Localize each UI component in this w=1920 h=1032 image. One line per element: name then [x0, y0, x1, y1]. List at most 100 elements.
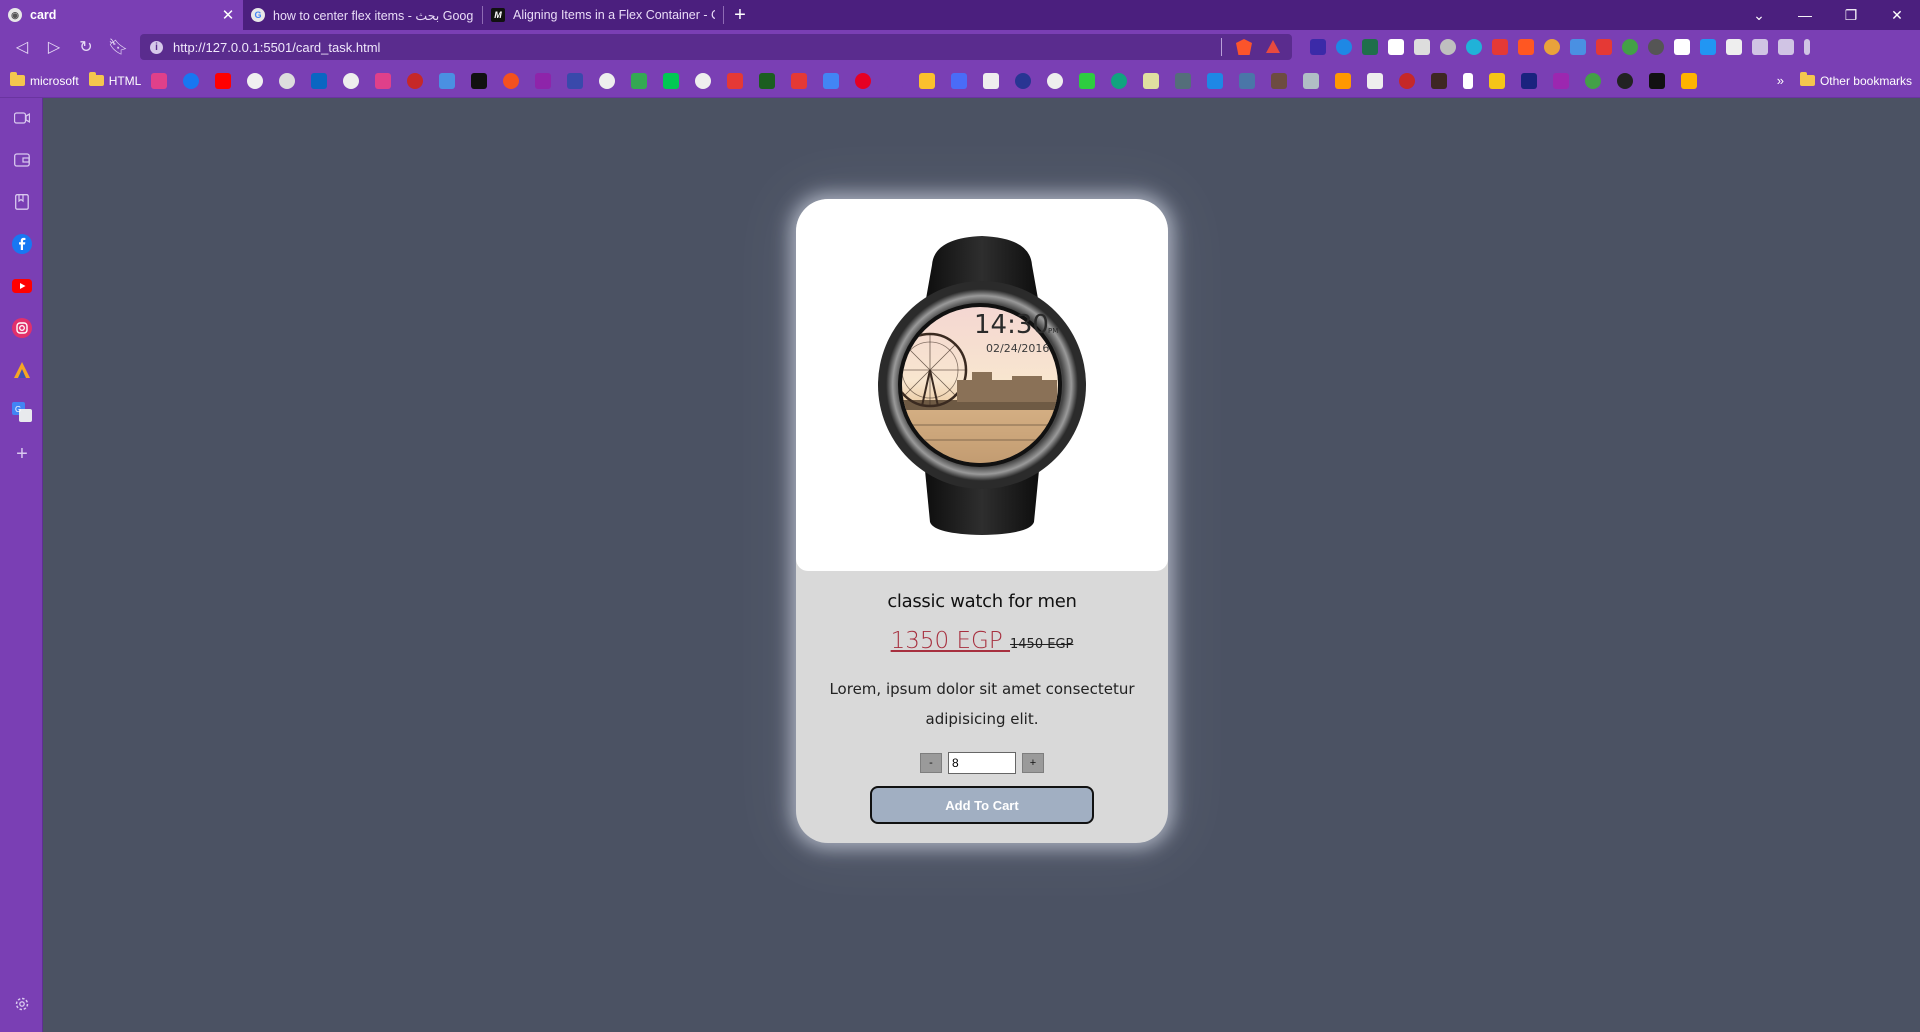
- github-icon[interactable]: [247, 72, 264, 89]
- extension-icon[interactable]: [1466, 39, 1482, 55]
- bookmark-icon[interactable]: [1079, 72, 1096, 89]
- globe-icon[interactable]: [1047, 72, 1064, 89]
- quantity-input[interactable]: [948, 752, 1016, 774]
- new-tab-button[interactable]: +: [724, 0, 756, 30]
- bookmark-icon[interactable]: [1649, 72, 1666, 89]
- bookmark-icon[interactable]: [951, 72, 968, 89]
- bookmark-icon[interactable]: [1553, 72, 1570, 89]
- bookmark-icon[interactable]: [1681, 72, 1698, 89]
- bookmark-icon[interactable]: [1303, 72, 1320, 89]
- increment-button[interactable]: +: [1022, 753, 1044, 773]
- extension-icon[interactable]: [1388, 39, 1404, 55]
- bookmark-icon[interactable]: [1399, 72, 1416, 89]
- globe-icon[interactable]: [343, 72, 360, 89]
- translate-icon[interactable]: [439, 72, 456, 89]
- bookmark-icon[interactable]: [471, 72, 488, 89]
- bookmark-icon[interactable]: [1111, 72, 1128, 89]
- pinterest-icon[interactable]: [855, 72, 872, 89]
- extension-icon[interactable]: [1336, 39, 1352, 55]
- decrement-button[interactable]: -: [920, 753, 942, 773]
- globe-icon[interactable]: [599, 72, 616, 89]
- bookmark-icon[interactable]: [1431, 72, 1448, 89]
- bookmark-icon[interactable]: [919, 72, 936, 89]
- drive-icon[interactable]: [631, 72, 648, 89]
- bookmark-folder-html[interactable]: HTML: [88, 72, 141, 88]
- bookmark-icon[interactable]: [727, 72, 744, 89]
- bookmark-icon[interactable]: [791, 72, 808, 89]
- url-text[interactable]: http://127.0.0.1:5501/card_task.html: [173, 40, 380, 55]
- bookmark-icon[interactable]: [1367, 72, 1384, 89]
- bookmark-icon[interactable]: [1175, 72, 1192, 89]
- extension-icon[interactable]: [1700, 39, 1716, 55]
- youtube-icon[interactable]: [215, 72, 232, 89]
- extension-icon[interactable]: [1492, 39, 1508, 55]
- brave-shields-icon[interactable]: [1236, 39, 1252, 55]
- reload-icon[interactable]: ↻: [72, 33, 100, 61]
- extension-icon[interactable]: [1544, 39, 1560, 55]
- video-icon[interactable]: [12, 108, 32, 128]
- other-bookmarks[interactable]: Other bookmarks: [1799, 72, 1912, 88]
- wallet-icon[interactable]: [1778, 39, 1794, 55]
- brave-rewards-icon[interactable]: [1266, 40, 1280, 53]
- vk-icon[interactable]: [1239, 72, 1256, 89]
- add-to-cart-button[interactable]: Add To Cart: [870, 786, 1094, 824]
- forward-icon[interactable]: ▷: [40, 33, 68, 61]
- extension-icon[interactable]: [1570, 39, 1586, 55]
- extension-icon[interactable]: [1648, 39, 1664, 55]
- restore-icon[interactable]: ❐: [1828, 0, 1874, 30]
- extension-icon[interactable]: [1310, 39, 1326, 55]
- close-window-icon[interactable]: ✕: [1874, 0, 1920, 30]
- extension-icon[interactable]: [1414, 39, 1430, 55]
- address-bar[interactable]: i http://127.0.0.1:5501/card_task.html: [140, 34, 1292, 60]
- bookmark-icon[interactable]: [1143, 72, 1160, 89]
- bookmark-icon[interactable]: [1585, 72, 1602, 89]
- bookmark-icon[interactable]: [1207, 72, 1224, 89]
- calculator-icon[interactable]: [983, 72, 1000, 89]
- info-icon[interactable]: i: [150, 40, 163, 54]
- extension-icon[interactable]: [1596, 39, 1612, 55]
- extension-icon[interactable]: [1622, 39, 1638, 55]
- menu-icon[interactable]: [1804, 39, 1810, 55]
- list-icon[interactable]: [1463, 72, 1474, 89]
- bookmark-icon[interactable]: [1271, 72, 1288, 89]
- puzzle-icon[interactable]: [1726, 39, 1742, 55]
- tab-card[interactable]: ◉ card ✕: [0, 0, 243, 30]
- tab-mdn[interactable]: M Aligning Items in a Flex Container - C…: [483, 0, 723, 30]
- reading-list-icon[interactable]: [1752, 39, 1768, 55]
- bookmark-icon[interactable]: 🔖︎: [104, 33, 132, 61]
- translate-icon[interactable]: G: [12, 402, 32, 422]
- tab-google-search[interactable]: G how to center flex items - بحث Google: [243, 0, 482, 30]
- imdb-icon[interactable]: [1489, 72, 1506, 89]
- bookmark-app-icon[interactable]: [12, 360, 32, 380]
- bookmark-icon[interactable]: [1521, 72, 1538, 89]
- instagram-icon[interactable]: [12, 318, 32, 338]
- extension-icon[interactable]: [1362, 39, 1378, 55]
- bookmark-icon[interactable]: [1335, 72, 1352, 89]
- bookmark-icon[interactable]: [279, 72, 296, 89]
- close-icon[interactable]: ✕: [221, 6, 235, 24]
- more-bookmarks-icon[interactable]: »: [1777, 73, 1784, 88]
- play-icon[interactable]: [663, 72, 680, 89]
- bookmark-icon[interactable]: [535, 72, 552, 89]
- settings-icon[interactable]: [12, 994, 32, 1014]
- globe-icon[interactable]: [695, 72, 712, 89]
- bookmark-icon[interactable]: [151, 72, 168, 89]
- youtube-icon[interactable]: [12, 276, 32, 296]
- docs-icon[interactable]: [823, 72, 840, 89]
- bookmark-icon[interactable]: [1015, 72, 1032, 89]
- back-icon[interactable]: ◁: [8, 33, 36, 61]
- facebook-icon[interactable]: [183, 72, 200, 89]
- tab-search-icon[interactable]: ⌄: [1736, 0, 1782, 30]
- bookmark-icon[interactable]: [887, 72, 904, 89]
- linkedin-icon[interactable]: [311, 72, 328, 89]
- extension-icon[interactable]: [1518, 39, 1534, 55]
- extension-icon[interactable]: [1440, 39, 1456, 55]
- bookmark-icon[interactable]: [759, 72, 776, 89]
- add-icon[interactable]: +: [12, 443, 32, 465]
- extension-icon[interactable]: [1674, 39, 1690, 55]
- bookmark-folder-microsoft[interactable]: microsoft: [10, 72, 79, 88]
- bookmark-icon[interactable]: [1617, 72, 1634, 89]
- bookmarks-icon[interactable]: [12, 192, 32, 212]
- wallet-icon[interactable]: [12, 150, 32, 170]
- bookmark-icon[interactable]: [567, 72, 584, 89]
